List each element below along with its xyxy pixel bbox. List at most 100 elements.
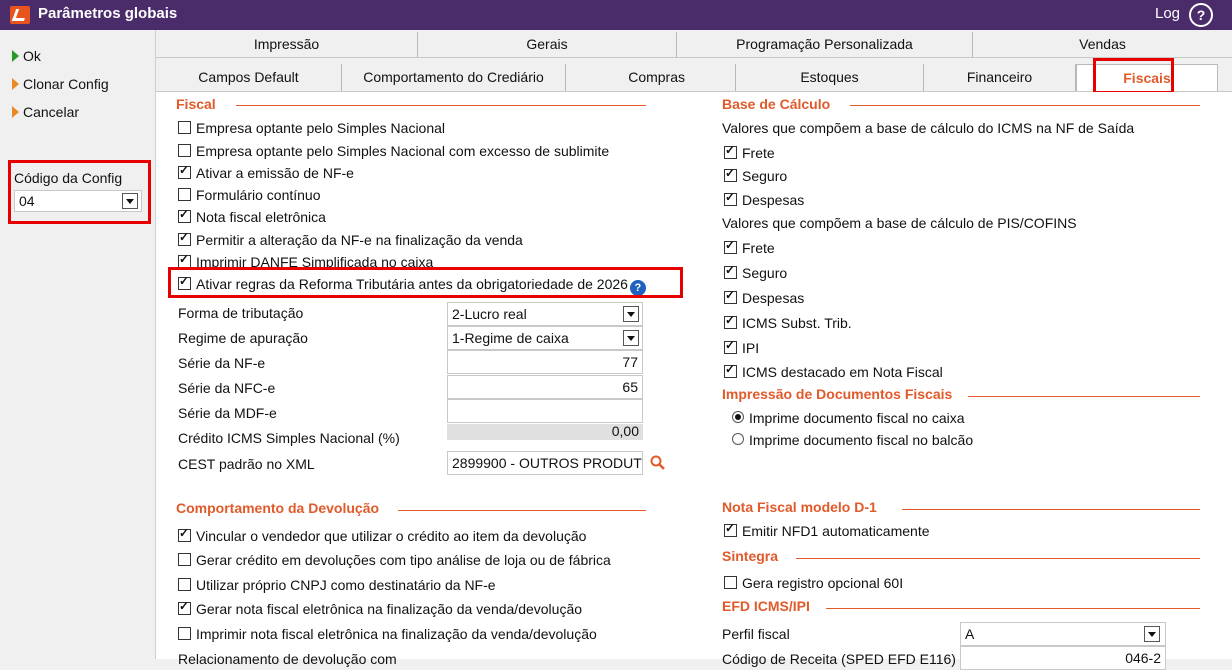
checkbox-box[interactable] [724, 521, 737, 537]
checkbox-proprio-cnpj[interactable]: Utilizar próprio CNPJ como destinatário … [178, 577, 496, 593]
checkbox-vincular-vendedor[interactable]: Vincular o vendedor que utilizar o crédi… [178, 526, 586, 544]
checkbox-box[interactable] [178, 553, 191, 566]
codigo-receita-input[interactable]: 046-2 [960, 646, 1166, 670]
title-bar: Parâmetros globais Log ? [0, 0, 1232, 30]
impressao-docs-section-title: Impressão de Documentos Fiscais [722, 386, 953, 402]
checkbox-simples-sublimite[interactable]: Empresa optante pelo Simples Nacional co… [178, 143, 609, 159]
checkbox-pis-seguro[interactable]: Seguro [724, 263, 787, 281]
base-calculo-section-title: Base de Cálculo [722, 96, 831, 112]
cest-input[interactable]: 2899900 - OUTROS PRODUTC [447, 451, 643, 475]
checkbox-box[interactable] [724, 338, 737, 354]
tab-estoques[interactable]: Estoques [736, 64, 924, 91]
checkbox-label: Utilizar próprio CNPJ como destinatário … [196, 577, 496, 593]
checkbox-icms-frete[interactable]: Frete [724, 143, 775, 161]
checkbox-pis-frete[interactable]: Frete [724, 238, 775, 256]
cancelar-label: Cancelar [23, 104, 80, 120]
checkbox-box[interactable] [724, 362, 737, 378]
highlight-tab-fiscais [1093, 58, 1174, 94]
icms-base-label: Valores que compõem a base de cálculo do… [722, 120, 1135, 136]
checkbox-box[interactable] [178, 188, 191, 201]
checkbox-alteracao-nfe[interactable]: Permitir a alteração da NF-e na finaliza… [178, 230, 523, 248]
checkbox-emitir-nfd1[interactable]: Emitir NFD1 automaticamente [724, 521, 930, 539]
checkbox-box[interactable] [178, 599, 191, 615]
checkbox-box[interactable] [178, 144, 191, 157]
help-icon[interactable]: ? [1189, 3, 1213, 27]
checkbox-pis-icms-st[interactable]: ICMS Subst. Trib. [724, 313, 852, 331]
checkbox-pis-ipi[interactable]: IPI [724, 338, 759, 356]
pis-cofins-base-label: Valores que compõem a base de cálculo de… [722, 215, 1077, 231]
checkbox-label: Gerar crédito em devoluções com tipo aná… [196, 552, 611, 568]
forma-tributacao-label: Forma de tributação [178, 305, 304, 321]
clonar-config-button[interactable]: Clonar Config [12, 76, 109, 92]
checkbox-box[interactable] [178, 627, 191, 640]
checkbox-ativar-nfe[interactable]: Ativar a emissão de NF-e [178, 163, 354, 181]
checkbox-imprimir-nfe-finalizacao[interactable]: Imprimir nota fiscal eletrônica na final… [178, 626, 597, 642]
checkbox-label: Empresa optante pelo Simples Nacional co… [196, 143, 610, 159]
relacionamento-devolucao-label: Relacionamento de devolução com [178, 651, 397, 667]
checkbox-box[interactable] [724, 263, 737, 279]
checkbox-gerar-nfe-finalizacao[interactable]: Gerar nota fiscal eletrônica na finaliza… [178, 599, 582, 617]
checkbox-box[interactable] [724, 190, 737, 206]
serie-nfce-input[interactable]: 65 [447, 375, 643, 399]
tab-financeiro[interactable]: Financeiro [924, 64, 1076, 91]
cest-label: CEST padrão no XML [178, 456, 315, 472]
radio-dot[interactable] [732, 433, 744, 445]
checkbox-box[interactable] [178, 578, 191, 591]
checkbox-icms-seguro[interactable]: Seguro [724, 166, 787, 184]
checkbox-box[interactable] [178, 207, 191, 223]
chevron-down-icon[interactable] [623, 306, 639, 322]
checkbox-simples-nacional[interactable]: Empresa optante pelo Simples Nacional [178, 120, 445, 136]
play-arrow-icon [12, 78, 19, 90]
ok-button[interactable]: Ok [12, 48, 41, 64]
tab-programacao-personalizada[interactable]: Programação Personalizada [677, 32, 973, 57]
tab-impressao[interactable]: Impressão [156, 32, 418, 57]
cancelar-button[interactable]: Cancelar [12, 104, 79, 120]
checkbox-pis-icms-destacado[interactable]: ICMS destacado em Nota Fiscal [724, 362, 943, 380]
checkbox-box[interactable] [724, 576, 737, 589]
checkbox-label: Permitir a alteração da NF-e na finaliza… [196, 232, 523, 248]
checkbox-box[interactable] [178, 230, 191, 246]
checkbox-box[interactable] [178, 163, 191, 179]
checkbox-label: Imprimir DANFE Simplificada no caixa [196, 254, 434, 267]
checkbox-box[interactable] [178, 526, 191, 542]
radio-dot[interactable] [732, 411, 744, 423]
checkbox-box[interactable] [178, 121, 191, 134]
checkbox-registro-60i[interactable]: Gera registro opcional 60I [724, 575, 903, 591]
search-icon[interactable] [650, 455, 666, 471]
highlight-codigo-config [8, 160, 151, 224]
chevron-down-icon[interactable] [1144, 626, 1160, 642]
tab-compras[interactable]: Compras [566, 64, 736, 91]
checkbox-box[interactable] [724, 238, 737, 254]
chevron-down-icon[interactable] [623, 330, 639, 346]
forma-tributacao-select[interactable]: 2-Lucro real [447, 302, 643, 326]
perfil-fiscal-select[interactable]: A [960, 622, 1166, 646]
play-arrow-icon [12, 106, 19, 118]
regime-apuracao-value: 1-Regime de caixa [452, 330, 569, 346]
checkbox-box[interactable] [724, 313, 737, 329]
checkbox-box[interactable] [724, 143, 737, 159]
radio-imprime-caixa[interactable]: Imprime documento fiscal no caixa [732, 410, 965, 426]
checkbox-pis-despesas[interactable]: Despesas [724, 288, 804, 306]
checkbox-formulario-continuo[interactable]: Formulário contínuo [178, 187, 321, 203]
serie-nfce-label: Série da NFC-e [178, 380, 276, 396]
tab-gerais[interactable]: Gerais [418, 32, 677, 57]
tab-campos-default[interactable]: Campos Default [156, 64, 342, 91]
radio-imprime-balcao[interactable]: Imprime documento fiscal no balcão [732, 432, 973, 448]
serie-mdfe-input[interactable] [447, 399, 643, 423]
tab-comportamento-crediario[interactable]: Comportamento do Crediário [342, 64, 566, 91]
checkbox-box[interactable] [724, 166, 737, 182]
credito-icms-label: Crédito ICMS Simples Nacional (%) [178, 430, 400, 446]
tab-vendas[interactable]: Vendas [973, 32, 1232, 57]
checkbox-box[interactable] [178, 254, 191, 267]
log-button[interactable]: Log [1155, 5, 1180, 22]
checkbox-danfe-simplificada[interactable]: Imprimir DANFE Simplificada no caixa [178, 254, 433, 267]
nfd1-section-title: Nota Fiscal modelo D-1 [722, 499, 877, 515]
devolucao-section-title: Comportamento da Devolução [176, 500, 380, 516]
checkbox-icms-despesas[interactable]: Despesas [724, 190, 804, 208]
checkbox-nota-eletronica[interactable]: Nota fiscal eletrônica [178, 207, 326, 225]
checkbox-gerar-credito[interactable]: Gerar crédito em devoluções com tipo aná… [178, 552, 611, 568]
regime-apuracao-select[interactable]: 1-Regime de caixa [447, 326, 643, 350]
checkbox-box[interactable] [724, 288, 737, 304]
serie-nfe-input[interactable]: 77 [447, 350, 643, 374]
checkbox-label: Empresa optante pelo Simples Nacional [196, 120, 446, 136]
